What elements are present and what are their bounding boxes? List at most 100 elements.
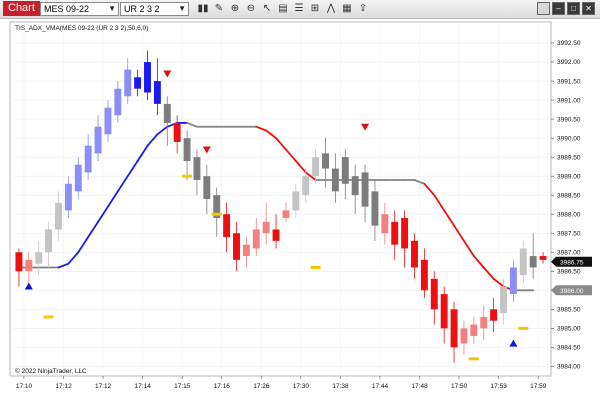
vma-value-tag-text: 3986.00 xyxy=(560,288,584,295)
time-tick-label: 17:12 xyxy=(95,383,112,390)
plot-area[interactable] xyxy=(9,21,552,377)
signal-dash xyxy=(211,212,222,216)
current-price-tag-text: 3986.75 xyxy=(560,259,584,266)
candle-body xyxy=(430,278,438,310)
bar-type-selector[interactable]: UR 2 3 2 ▼ xyxy=(120,2,189,16)
draw-icon[interactable]: ✎ xyxy=(212,2,226,16)
price-chart[interactable]: 3992.50 3992.00 3991.50 3991.00 3990.50 3990.… xyxy=(0,18,600,400)
price-tick-label: 3985.50 xyxy=(557,307,581,314)
time-axis[interactable]: 17:10 17:12 17:12 17:14 17:15 17:16 17:26 17:30… xyxy=(16,376,547,390)
candle-body xyxy=(450,309,458,348)
candle-body xyxy=(94,126,102,154)
price-tick-label: 3988.50 xyxy=(557,192,581,199)
maximize-icon[interactable]: □ xyxy=(567,2,580,15)
candle-body xyxy=(242,244,250,257)
candle-body xyxy=(480,316,488,329)
price-tick-label: 3992.00 xyxy=(557,59,581,66)
price-tick-label: 3988.00 xyxy=(557,211,581,218)
close-icon[interactable]: ✕ xyxy=(582,2,595,15)
templates-icon[interactable]: ▦ xyxy=(340,2,354,16)
time-tick-label: 17:10 xyxy=(16,383,33,390)
time-tick-label: 17:26 xyxy=(253,383,270,390)
signal-dash xyxy=(310,265,321,269)
candle-body xyxy=(440,294,448,329)
candle-body xyxy=(104,107,112,135)
candle-body xyxy=(420,259,428,291)
strategies-icon[interactable]: ⋀ xyxy=(324,2,338,16)
price-tick-label: 3990.50 xyxy=(557,116,581,123)
chart-window: Chart MES 09-22 ▼ UR 2 3 2 ▼ ▮▮ ✎ ⊕ ⊖ ↖ … xyxy=(0,0,600,400)
time-tick-label: 17:50 xyxy=(451,383,468,390)
time-tick-label: 17:14 xyxy=(135,383,152,390)
time-tick-label: 17:44 xyxy=(372,383,389,390)
zoom-out-icon[interactable]: ⊖ xyxy=(244,2,258,16)
copyright-label: © 2022 NinjaTrader, LLC xyxy=(15,367,87,375)
signal-dash xyxy=(518,326,529,330)
candle-body xyxy=(223,214,231,238)
signal-dash xyxy=(182,174,193,178)
candle-body xyxy=(331,168,339,192)
time-tick-label: 17:12 xyxy=(55,383,72,390)
candle-body xyxy=(153,81,161,104)
bar-type-selector-value: UR 2 3 2 xyxy=(124,4,160,14)
candle-body xyxy=(25,259,33,272)
price-tick-label: 3991.50 xyxy=(557,78,581,85)
candle-body xyxy=(15,252,23,272)
minimize-icon[interactable]: – xyxy=(552,2,565,15)
price-tick-label: 3989.50 xyxy=(557,154,581,161)
time-tick-label: 17:48 xyxy=(411,383,428,390)
candle-body xyxy=(45,229,53,253)
time-tick-label: 17:30 xyxy=(293,383,310,390)
candle-body xyxy=(490,309,498,321)
data-box-icon[interactable]: ▤ xyxy=(276,2,290,16)
vma-value-tag: 3986.00 xyxy=(551,285,592,296)
indicators-icon[interactable]: ⊞ xyxy=(308,2,322,16)
candle-body xyxy=(144,62,151,93)
candle-body xyxy=(173,122,181,142)
chart-toolbar: Chart MES 09-22 ▼ UR 2 3 2 ▼ ▮▮ ✎ ⊕ ⊖ ↖ … xyxy=(0,0,600,19)
candle-body xyxy=(203,176,211,199)
candle-body xyxy=(183,138,191,161)
candle-body xyxy=(371,191,379,226)
candle-body xyxy=(519,248,527,276)
share-icon[interactable]: ⇪ xyxy=(356,2,370,16)
candle-body xyxy=(391,221,399,245)
price-tick-label: 3984.00 xyxy=(557,364,581,371)
properties-icon[interactable]: ☰ xyxy=(292,2,306,16)
candle-body xyxy=(55,202,62,230)
time-tick-label: 17:53 xyxy=(491,383,508,390)
signal-dash xyxy=(468,357,479,361)
time-tick-label: 17:16 xyxy=(214,383,231,390)
instrument-selector[interactable]: MES 09-22 ▼ xyxy=(40,2,119,16)
price-tick-label: 3989.00 xyxy=(557,173,581,180)
price-axis[interactable]: 3992.50 3992.00 3991.50 3991.00 3990.50 3990.… xyxy=(551,40,592,371)
candle-body xyxy=(381,214,389,234)
bar-style-icon[interactable]: ▮▮ xyxy=(196,2,210,16)
candle-body xyxy=(114,88,122,116)
candle-body xyxy=(84,145,92,173)
candle-body xyxy=(312,157,320,177)
price-tick-label: 3987.00 xyxy=(557,249,581,256)
time-tick-label: 17:38 xyxy=(332,383,349,390)
chevron-down-icon: ▼ xyxy=(108,4,116,13)
candle-body xyxy=(282,210,290,219)
candle-body xyxy=(529,256,537,268)
indicator-label: TIS_ADX_VMA(MES 09-22 (UR 2 3 2),50,6,0) xyxy=(15,25,148,32)
candle-body xyxy=(272,229,280,241)
restore-icon[interactable] xyxy=(537,2,550,15)
pointer-icon[interactable]: ↖ xyxy=(260,2,274,16)
candle-body xyxy=(74,164,82,192)
instrument-selector-value: MES 09-22 xyxy=(44,4,90,14)
candle-body xyxy=(163,103,171,123)
candle-body xyxy=(64,183,72,211)
zoom-in-icon[interactable]: ⊕ xyxy=(228,2,242,16)
time-tick-label: 17:15 xyxy=(174,383,191,390)
chevron-down-icon: ▼ xyxy=(178,4,186,13)
price-tick-label: 3984.50 xyxy=(557,345,581,352)
candle-body xyxy=(500,286,507,314)
candle-body xyxy=(124,69,132,97)
candle-body xyxy=(322,153,329,169)
chart-window-label[interactable]: Chart xyxy=(3,1,40,16)
candle-body xyxy=(351,176,359,196)
candle-body xyxy=(35,252,43,264)
